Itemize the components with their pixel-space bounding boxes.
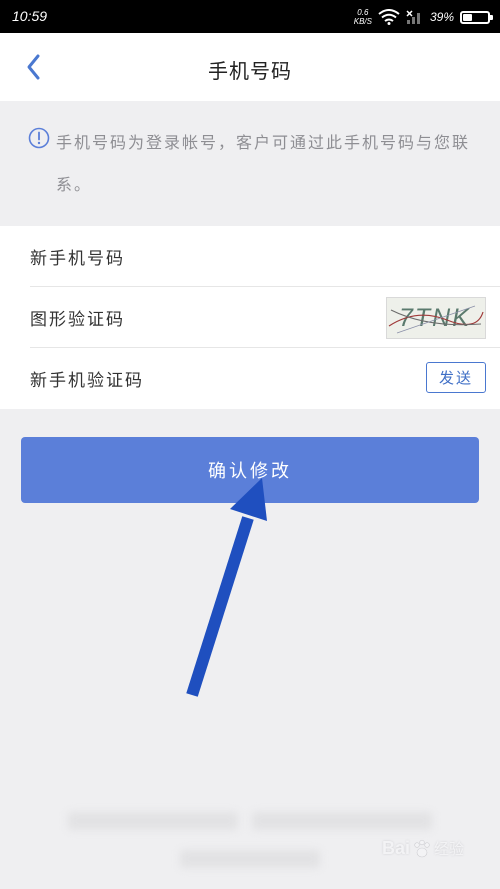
status-icons: 0.6 KB/S 39% — [354, 6, 493, 28]
sms-code-label: 新手机验证码 — [30, 371, 144, 391]
status-time: 10:59 — [12, 8, 48, 24]
notice-text: 手机号码为登录帐号，客户可通过此手机号码与您联系。 — [56, 133, 471, 194]
watermark: Bai 经验 — [382, 838, 464, 859]
battery-percent: 39% — [429, 10, 454, 24]
blurred-footer-text — [180, 850, 320, 868]
confirm-button[interactable]: 确认修改 — [21, 437, 479, 503]
new-phone-input[interactable] — [160, 238, 374, 276]
captcha-image[interactable]: 7TNK — [386, 297, 486, 339]
new-phone-label: 新手机号码 — [30, 249, 125, 269]
captcha-input[interactable] — [160, 299, 374, 337]
row-captcha: 图形验证码 7TNK — [0, 287, 500, 348]
nav-bar: 手机号码 — [0, 33, 500, 101]
watermark-logo: Bai — [382, 838, 411, 858]
signal-icon — [406, 10, 420, 24]
network-speed: 0.6 KB/S — [354, 8, 372, 26]
info-circle-icon — [28, 127, 50, 149]
blurred-footer-text — [252, 812, 432, 830]
blurred-footer-text — [68, 812, 238, 830]
watermark-text: 经验 — [434, 840, 465, 858]
network-speed-value: 0.6 — [357, 8, 369, 17]
battery-icon — [460, 10, 493, 24]
network-speed-unit: KB/S — [353, 17, 372, 26]
row-sms-code: 新手机验证码 发送 — [0, 348, 500, 409]
send-code-button[interactable]: 发送 — [426, 362, 486, 393]
status-bar: 10:59 0.6 KB/S 39% — [0, 0, 500, 33]
sms-code-input[interactable] — [160, 360, 374, 398]
paw-icon — [414, 839, 430, 857]
wifi-icon — [378, 9, 400, 25]
row-new-phone: 新手机号码 — [0, 226, 500, 287]
page-title: 手机号码 — [208, 59, 292, 83]
phone-form: 新手机号码 图形验证码 7TNK 新手机验证码 发送 — [0, 226, 500, 409]
captcha-noise — [388, 305, 484, 334]
captcha-label: 图形验证码 — [30, 310, 125, 330]
battery-fill — [463, 13, 473, 21]
